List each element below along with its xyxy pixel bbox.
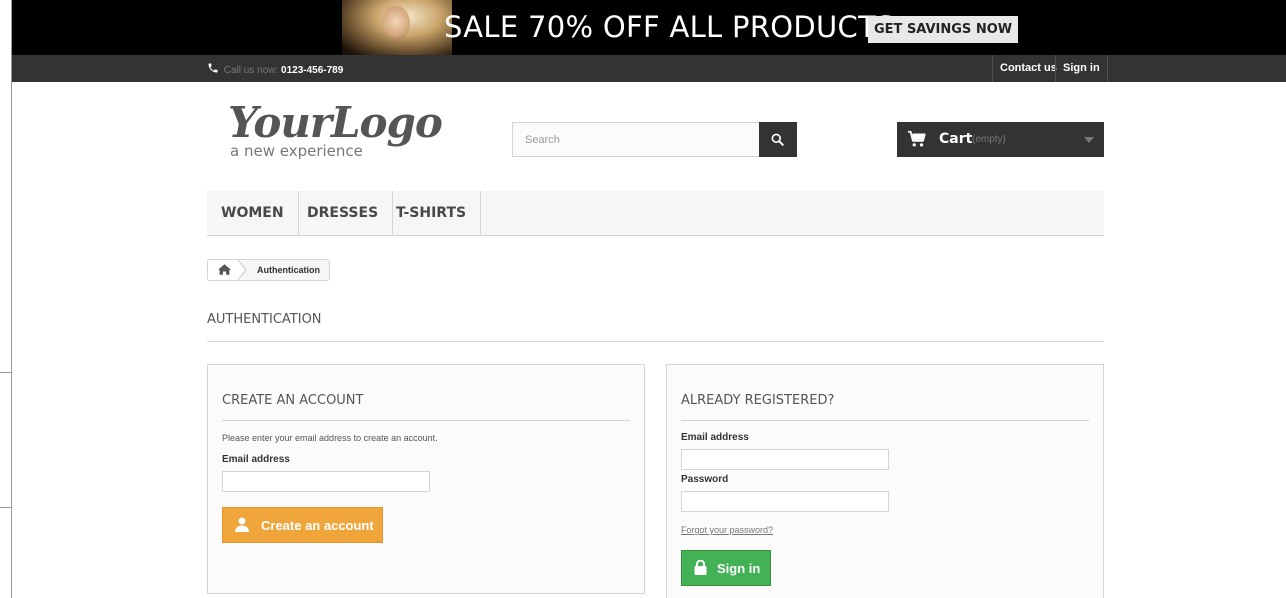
breadcrumb: Authentication [207, 259, 330, 281]
login-password-field[interactable] [681, 491, 889, 512]
contact-us-link[interactable]: Contact us [992, 55, 1064, 82]
search-button[interactable] [759, 122, 797, 157]
sign-in-link[interactable]: Sign in [1055, 55, 1108, 82]
cart-status: (empty) [972, 134, 1006, 145]
menu-item-tshirts[interactable]: T-SHIRTS [382, 191, 482, 235]
menu-item-dresses[interactable]: DRESSES [293, 191, 394, 235]
phone-prefix: Call us now: [223, 65, 279, 76]
login-email-label: Email address [681, 432, 749, 443]
banner-model-image [342, 0, 452, 55]
create-account-button[interactable]: Create an account [222, 507, 383, 543]
search-input[interactable] [512, 122, 760, 157]
cart-label: Cart [939, 131, 973, 147]
forgot-password-link[interactable]: Forgot your password? [681, 525, 773, 535]
create-account-title: CREATE AN ACCOUNT [222, 393, 630, 421]
site-logo[interactable]: YourLogo a new experience [218, 98, 448, 168]
browser-frame-edge [0, 0, 12, 598]
login-password-label: Password [681, 474, 729, 485]
create-account-panel: CREATE AN ACCOUNT Please enter your emai… [207, 364, 645, 594]
login-email-field[interactable] [681, 449, 889, 470]
phone-icon [207, 62, 221, 77]
breadcrumb-separator [237, 259, 247, 281]
search-icon [771, 133, 784, 146]
cart-button[interactable]: Cart (empty) [897, 122, 1104, 157]
create-email-field[interactable] [222, 471, 430, 492]
main-menu: WOMEN DRESSES T-SHIRTS [207, 191, 1104, 236]
create-account-hint: Please enter your email address to creat… [222, 433, 438, 443]
search-form [512, 122, 797, 157]
breadcrumb-current: Authentication [257, 265, 320, 275]
frame-tick [0, 507, 12, 508]
cart-icon [907, 130, 926, 147]
banner-headline: SALE 70% OFF ALL PRODUCTS [444, 10, 895, 44]
menu-item-women[interactable]: WOMEN [207, 191, 299, 235]
phone-info: Call us now: 0123-456-789 [207, 62, 343, 77]
create-account-button-label: Create an account [261, 518, 374, 533]
banner-cta-button[interactable]: GET SAVINGS NOW [868, 16, 1019, 43]
user-icon [235, 517, 249, 532]
login-panel: ALREADY REGISTERED? Email address Passwo… [666, 364, 1104, 598]
chevron-down-icon [1084, 137, 1094, 143]
logo-wordmark: YourLogo [228, 98, 443, 147]
frame-tick [0, 372, 12, 373]
sign-in-button-label: Sign in [717, 561, 761, 576]
promo-banner[interactable]: SALE 70% OFF ALL PRODUCTS GET SAVINGS NO… [12, 0, 1286, 55]
phone-number: 0123-456-789 [281, 65, 344, 76]
logo-tagline: a new experience [230, 142, 363, 160]
create-email-label: Email address [222, 454, 290, 465]
sign-in-button[interactable]: Sign in [681, 550, 771, 586]
login-title: ALREADY REGISTERED? [681, 393, 1089, 421]
lock-icon [694, 560, 707, 575]
page-title: AUTHENTICATION [207, 312, 1104, 342]
home-icon [218, 264, 231, 275]
top-nav-bar: Call us now: 0123-456-789 Contact us Sig… [12, 55, 1286, 82]
